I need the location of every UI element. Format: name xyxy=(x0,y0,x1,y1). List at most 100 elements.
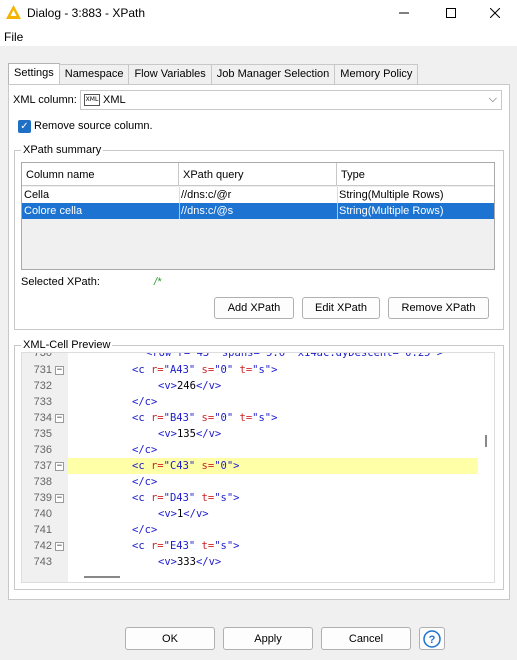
xml-tag: </v> xyxy=(195,556,222,568)
tab-job-manager-selection[interactable]: Job Manager Selection xyxy=(210,64,336,84)
table-row[interactable]: Cella //dns:c/@r String(Multiple Rows) xyxy=(22,187,494,203)
column-header-name[interactable]: Column name xyxy=(22,163,179,186)
xml-text: 246 xyxy=(176,380,196,392)
line-number: 733 xyxy=(33,396,52,408)
column-header-xpath[interactable]: XPath query xyxy=(179,163,337,186)
xml-tag: > xyxy=(271,364,278,376)
xml-tag: <v> xyxy=(158,380,177,392)
xml-tag: </v> xyxy=(195,380,222,392)
xml-tag: </c> xyxy=(132,524,158,536)
selected-xpath-value: /* xyxy=(154,276,162,288)
app-warning-icon xyxy=(6,5,21,19)
code-text: </c> xyxy=(132,476,157,488)
close-button[interactable] xyxy=(472,0,517,26)
apply-button[interactable]: Apply xyxy=(223,627,313,650)
code-text: </c> xyxy=(132,444,157,456)
line-number: 738 xyxy=(33,476,52,488)
xml-tag: <c xyxy=(132,364,145,376)
line-number: 742 xyxy=(33,540,52,552)
xml-attr: r= xyxy=(144,460,164,472)
window-title: Dialog - 3:883 - XPath xyxy=(27,6,146,20)
minimize-icon xyxy=(399,12,409,14)
tab-bar: Settings Namespace Flow Variables Job Ma… xyxy=(8,63,419,84)
line-number: 735 xyxy=(33,428,52,440)
xml-attr-value: "E43" xyxy=(163,540,196,552)
cell-column-name: Colore cella xyxy=(24,205,83,217)
xml-attr: t= xyxy=(233,364,253,376)
code-text: </c> xyxy=(132,524,157,536)
xml-attr: s= xyxy=(195,412,215,424)
code-line: 742− <c r="E43" t="s"> xyxy=(22,538,494,554)
xml-attr: r= xyxy=(144,364,164,376)
xml-attr: s= xyxy=(195,460,215,472)
menu-bar: File xyxy=(0,26,517,46)
xml-attr-value: "s" xyxy=(214,492,234,504)
xml-attr-value: "C43" xyxy=(163,460,196,472)
xml-tag: > xyxy=(233,460,240,472)
remove-xpath-button[interactable]: Remove XPath xyxy=(388,297,489,319)
maximize-icon xyxy=(446,8,456,18)
xml-attr-value: "0" xyxy=(214,412,234,424)
column-header-type[interactable]: Type xyxy=(337,163,494,186)
xml-attr-value: "A43" xyxy=(163,364,196,376)
xml-column-select[interactable]: XML XML ⌵ xyxy=(80,90,502,110)
fold-toggle-icon: − xyxy=(55,461,64,471)
line-number: 736 xyxy=(33,444,52,456)
title-bar: Dialog - 3:883 - XPath xyxy=(0,0,517,26)
code-text: <v>246</v> xyxy=(158,380,221,392)
xml-text: 333 xyxy=(176,556,196,568)
code-line-partial: 730 <row r="43" spans="5:6" x14ac:dyDesce… xyxy=(22,353,494,361)
xml-attr-value: "0" xyxy=(214,460,234,472)
code-line: 734− <c r="B43" s="0" t="s"> xyxy=(22,410,494,426)
code-line: 743 <v>333</v> xyxy=(22,554,494,570)
xml-tag: <c xyxy=(132,492,145,504)
vertical-scrollbar[interactable] xyxy=(485,435,487,447)
edit-xpath-button[interactable]: Edit XPath xyxy=(302,297,380,319)
xml-attr-value: "s" xyxy=(252,412,272,424)
code-text: <c r="B43" s="0" t="s"> xyxy=(132,412,277,424)
tab-flow-variables[interactable]: Flow Variables xyxy=(128,64,212,84)
cancel-button[interactable]: Cancel xyxy=(321,627,411,650)
xml-tag: <c xyxy=(132,540,145,552)
ok-button[interactable]: OK xyxy=(125,627,215,650)
tab-namespace[interactable]: Namespace xyxy=(58,64,130,84)
xml-tag: </v> xyxy=(183,508,209,520)
add-xpath-button[interactable]: Add XPath xyxy=(214,297,294,319)
xml-preview-editor[interactable]: 730 <row r="43" spans="5:6" x14ac:dyDesce… xyxy=(21,352,495,583)
code-text: </c> xyxy=(132,396,157,408)
tab-settings[interactable]: Settings xyxy=(8,63,60,84)
xml-text: 135 xyxy=(176,428,196,440)
cell-xpath-query: //dns:c/@r xyxy=(181,189,232,201)
xml-attr-value: "s" xyxy=(214,540,234,552)
close-icon xyxy=(490,8,500,18)
code-line: 732 <v>246</v> xyxy=(22,378,494,394)
horizontal-scrollbar[interactable] xyxy=(84,576,120,578)
line-number: 731 xyxy=(33,364,52,376)
xml-tag: </c> xyxy=(132,476,158,488)
tab-memory-policy[interactable]: Memory Policy xyxy=(334,64,419,84)
table-row-selected[interactable]: Colore cella //dns:c/@s String(Multiple … xyxy=(22,203,494,219)
remove-source-label: Remove source column. xyxy=(34,120,153,132)
fold-toggle-icon: − xyxy=(55,541,64,551)
code-text: <c r="E43" t="s"> xyxy=(132,540,240,552)
xml-attr-value: "s" xyxy=(252,364,272,376)
xml-column-label: XML column: xyxy=(13,94,77,106)
code-line: 736 </c> xyxy=(22,442,494,458)
maximize-button[interactable] xyxy=(428,0,474,26)
help-button[interactable]: ? xyxy=(419,627,445,650)
xml-tag: > xyxy=(233,540,240,552)
xml-tag: <v> xyxy=(158,428,177,440)
code-line: 735 <v>135</v> xyxy=(22,426,494,442)
xml-attr: r= xyxy=(144,540,164,552)
fold-toggle-icon: − xyxy=(55,413,64,423)
chevron-down-icon: ⌵ xyxy=(488,93,497,105)
remove-source-checkbox[interactable]: ✓ xyxy=(18,120,31,133)
xml-tag: </v> xyxy=(195,428,222,440)
xml-attr: t= xyxy=(233,412,253,424)
code-line: 740 <v>1</v> xyxy=(22,506,494,522)
xml-attr-value: "0" xyxy=(214,364,234,376)
xml-tag: <c xyxy=(132,460,145,472)
xml-tag: </c> xyxy=(132,444,158,456)
minimize-button[interactable] xyxy=(381,0,427,26)
menu-file[interactable]: File xyxy=(4,30,23,44)
